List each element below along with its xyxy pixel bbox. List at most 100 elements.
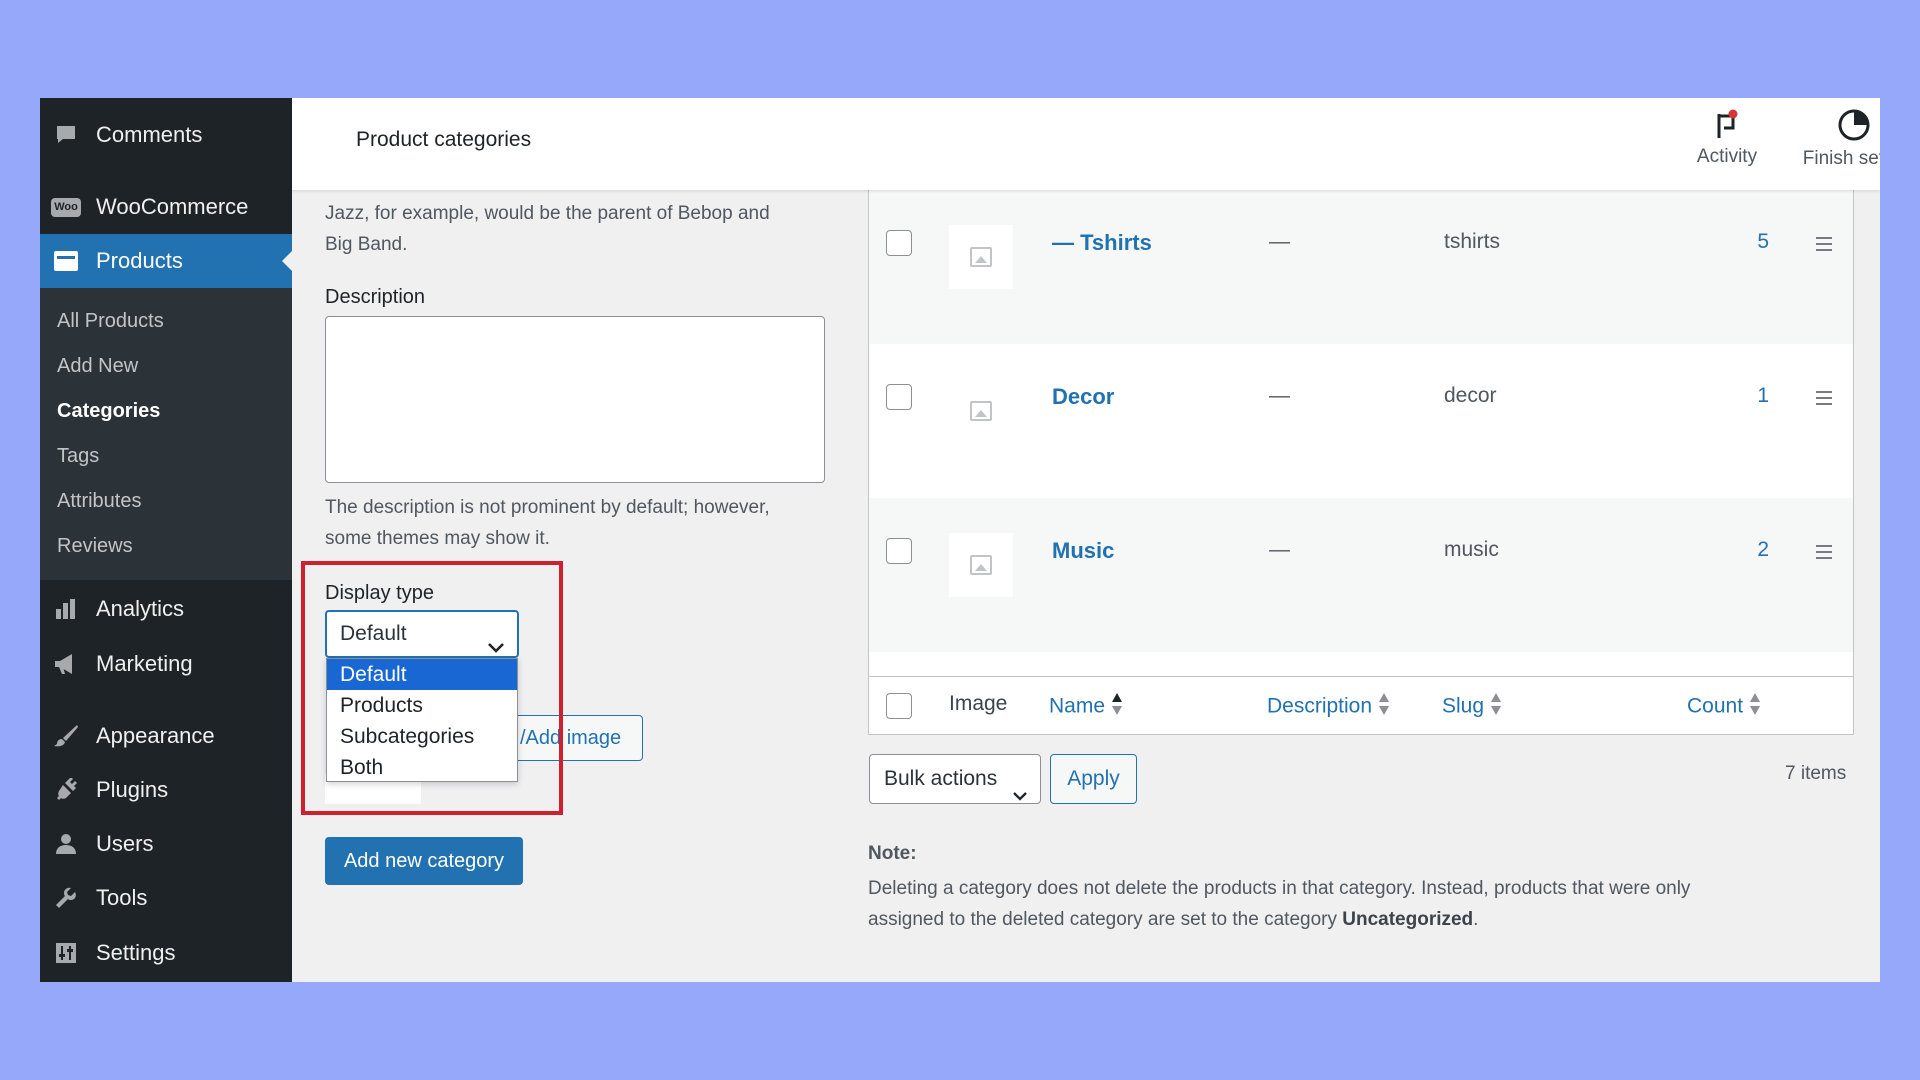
plugin-icon bbox=[52, 776, 80, 804]
categories-table: — Tshirts — tshirts 5 Decor — decor 1 Mu… bbox=[868, 190, 1854, 735]
sort-icon bbox=[1490, 692, 1502, 722]
sort-icon bbox=[1749, 692, 1761, 722]
finish-setup-button[interactable]: Finish setup bbox=[1794, 108, 1880, 170]
products-icon bbox=[52, 247, 80, 275]
parent-help-text-line2: Big Band. bbox=[325, 234, 408, 255]
wp-admin-window: Comments Woo WooCommerce Products All Pr… bbox=[40, 98, 1880, 982]
table-footer-header: Image Name Description Slug Count bbox=[869, 676, 1853, 734]
sidebar-item-label: Analytics bbox=[96, 596, 185, 621]
table-row: — Tshirts — tshirts 5 bbox=[869, 190, 1853, 344]
note-period: . bbox=[1473, 909, 1479, 930]
woo-icon: Woo bbox=[51, 193, 81, 221]
description-label: Description bbox=[325, 286, 426, 308]
row-checkbox[interactable] bbox=[886, 384, 912, 410]
sidebar-item-label: Marketing bbox=[96, 651, 193, 676]
settings-icon bbox=[52, 939, 80, 967]
category-count-link[interactable]: 5 bbox=[1729, 230, 1769, 254]
column-count[interactable]: Count bbox=[1687, 692, 1761, 722]
sort-icon bbox=[1378, 692, 1390, 722]
submenu-all-products[interactable]: All Products bbox=[57, 310, 164, 333]
sidebar-item-label: WooCommerce bbox=[96, 194, 249, 219]
table-row: Decor — decor 1 bbox=[869, 344, 1853, 498]
category-count-link[interactable]: 2 bbox=[1729, 538, 1769, 562]
items-count: 7 items bbox=[1785, 763, 1847, 784]
table-row: Music — music 2 bbox=[869, 498, 1853, 652]
placeholder-image-icon bbox=[949, 379, 1013, 443]
bulk-actions-select[interactable]: Bulk actions bbox=[869, 754, 1041, 804]
sidebar-item-users[interactable]: Users bbox=[40, 817, 292, 871]
column-name[interactable]: Name bbox=[1049, 692, 1123, 722]
wrench-icon bbox=[52, 884, 80, 912]
description-textarea[interactable] bbox=[325, 316, 825, 483]
row-checkbox[interactable] bbox=[886, 230, 912, 256]
category-slug: music bbox=[1444, 538, 1499, 561]
products-submenu: All Products Add New Categories Tags Att… bbox=[40, 288, 292, 580]
flag-icon bbox=[1682, 108, 1772, 140]
page-title: Product categories bbox=[356, 128, 532, 151]
category-name-link[interactable]: Decor bbox=[1052, 384, 1114, 410]
comment-icon bbox=[52, 121, 80, 149]
description-help-line2: some themes may show it. bbox=[325, 528, 550, 549]
placeholder-image-icon bbox=[949, 225, 1013, 289]
sidebar-item-label: Plugins bbox=[96, 777, 169, 802]
submenu-reviews[interactable]: Reviews bbox=[57, 535, 133, 558]
drag-handle-icon[interactable] bbox=[1816, 545, 1832, 563]
note-line2: assigned to the deleted category are set… bbox=[868, 909, 1343, 930]
sidebar-item-plugins[interactable]: Plugins bbox=[40, 763, 292, 817]
column-description-label: Description bbox=[1267, 694, 1373, 718]
category-description: — bbox=[1269, 538, 1290, 561]
finish-setup-label: Finish setup bbox=[1802, 148, 1880, 169]
sidebar-item-label: Settings bbox=[96, 940, 176, 965]
sidebar-item-marketing[interactable]: Marketing bbox=[40, 637, 292, 691]
category-slug: decor bbox=[1444, 384, 1497, 407]
category-name-link[interactable]: Music bbox=[1052, 538, 1114, 564]
category-description: — bbox=[1269, 384, 1290, 407]
chevron-down-icon bbox=[1012, 772, 1028, 820]
submenu-categories[interactable]: Categories bbox=[57, 400, 160, 423]
add-new-category-button[interactable]: Add new category bbox=[325, 837, 523, 885]
sidebar-item-woocommerce[interactable]: Woo WooCommerce bbox=[40, 180, 292, 234]
placeholder-image-icon bbox=[949, 533, 1013, 597]
drag-handle-icon[interactable] bbox=[1816, 237, 1832, 255]
description-help-line1: The description is not prominent by defa… bbox=[325, 497, 770, 518]
sidebar-item-label: Products bbox=[96, 248, 183, 273]
progress-circle-icon bbox=[1794, 108, 1880, 142]
sidebar-item-settings[interactable]: Settings bbox=[40, 926, 292, 980]
highlight-box bbox=[301, 561, 563, 815]
sidebar-item-appearance[interactable]: Appearance bbox=[40, 709, 292, 763]
note-title: Note: bbox=[868, 843, 917, 864]
note-uncategorized: Uncategorized bbox=[1342, 909, 1474, 930]
note-text: Deleting a category does not delete the … bbox=[868, 873, 1828, 935]
sidebar-item-label: Users bbox=[96, 831, 154, 856]
note-line1: Deleting a category does not delete the … bbox=[868, 878, 1691, 899]
column-image: Image bbox=[949, 692, 1008, 715]
user-icon bbox=[52, 830, 80, 858]
submenu-attributes[interactable]: Attributes bbox=[57, 490, 141, 513]
sidebar-item-label: Comments bbox=[96, 122, 203, 147]
admin-sidebar: Comments Woo WooCommerce Products All Pr… bbox=[40, 98, 292, 982]
sidebar-item-label: Appearance bbox=[96, 723, 215, 748]
column-count-label: Count bbox=[1687, 694, 1744, 718]
submenu-add-new[interactable]: Add New bbox=[57, 355, 138, 378]
sidebar-item-comments[interactable]: Comments bbox=[40, 108, 292, 162]
sort-icon bbox=[1111, 692, 1123, 722]
submenu-tags[interactable]: Tags bbox=[57, 445, 99, 468]
brush-icon bbox=[52, 722, 80, 750]
drag-handle-icon[interactable] bbox=[1816, 391, 1832, 409]
parent-help-text-line1: Jazz, for example, would be the parent o… bbox=[325, 203, 770, 224]
column-slug-label: Slug bbox=[1442, 694, 1485, 718]
sidebar-item-products[interactable]: Products bbox=[40, 234, 292, 288]
activity-button[interactable]: Activity bbox=[1682, 108, 1772, 168]
column-slug[interactable]: Slug bbox=[1442, 692, 1502, 722]
row-checkbox[interactable] bbox=[886, 538, 912, 564]
sidebar-item-tools[interactable]: Tools bbox=[40, 871, 292, 925]
category-description: — bbox=[1269, 230, 1290, 253]
select-all-checkbox[interactable] bbox=[886, 693, 912, 719]
sidebar-item-analytics[interactable]: Analytics bbox=[40, 582, 292, 636]
apply-button[interactable]: Apply bbox=[1050, 754, 1137, 804]
page-header: Product categories Activity Finish setup bbox=[292, 98, 1880, 190]
category-name-link[interactable]: — Tshirts bbox=[1052, 230, 1152, 256]
category-count-link[interactable]: 1 bbox=[1729, 384, 1769, 408]
column-description[interactable]: Description bbox=[1267, 692, 1390, 722]
sidebar-item-label: Tools bbox=[96, 885, 148, 910]
